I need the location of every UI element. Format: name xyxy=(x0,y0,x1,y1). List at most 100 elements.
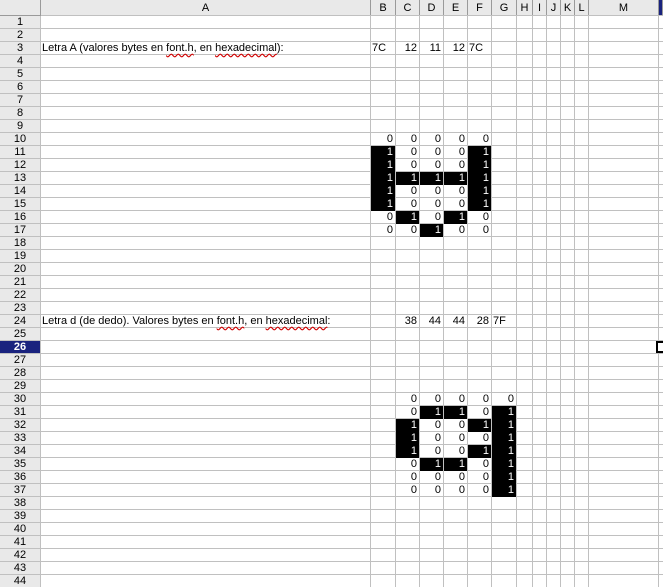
letter-a-label[interactable]: Letra A (valores bytes en font.h, en hex… xyxy=(41,42,370,55)
letter-a-bit-cell[interactable]: 0 xyxy=(468,224,491,237)
letter-a-bit-cell[interactable]: 0 xyxy=(396,224,419,237)
letter-d-label[interactable]: Letra d (de dedo). Valores bytes en font… xyxy=(41,315,370,328)
hex-cell[interactable]: 12 xyxy=(396,42,419,55)
letter-d-bit-cell[interactable]: 1 xyxy=(492,471,516,484)
letter-d-bit-cell[interactable]: 0 xyxy=(396,406,419,419)
letter-d-bit-cell[interactable]: 1 xyxy=(396,445,419,458)
hex-cell[interactable]: 11 xyxy=(420,42,443,55)
letter-d-bit-cell[interactable]: 1 xyxy=(492,432,516,445)
letter-a-bit-cell[interactable]: 1 xyxy=(468,185,491,198)
letter-d-bit-cell[interactable]: 0 xyxy=(492,393,516,406)
letter-a-bit-cell[interactable]: 0 xyxy=(444,159,467,172)
hex-cell[interactable]: 44 xyxy=(444,315,467,328)
letter-a-bit-cell[interactable]: 1 xyxy=(468,198,491,211)
letter-d-bit-cell[interactable]: 1 xyxy=(492,419,516,432)
letter-a-bit-cell[interactable]: 1 xyxy=(396,172,419,185)
letter-d-bit-cell[interactable]: 1 xyxy=(396,419,419,432)
letter-a-bit-cell[interactable]: 0 xyxy=(396,185,419,198)
letter-d-label-part: : xyxy=(327,315,331,327)
letter-d-bit-cell[interactable]: 0 xyxy=(468,393,491,406)
letter-d-bit-cell[interactable]: 1 xyxy=(492,406,516,419)
letter-d-bit-cell[interactable]: 0 xyxy=(420,432,443,445)
letter-a-label-part: Letra A (valores bytes en xyxy=(42,42,167,54)
letter-a-bit-cell[interactable]: 1 xyxy=(444,172,467,185)
hex-cell[interactable]: 7C xyxy=(468,42,491,55)
letter-a-bit-cell[interactable]: 0 xyxy=(420,211,443,224)
letter-d-bit-cell[interactable]: 0 xyxy=(468,458,491,471)
letter-a-bit-cell[interactable]: 1 xyxy=(396,211,419,224)
letter-a-bit-cell[interactable]: 1 xyxy=(420,172,443,185)
letter-d-bit-cell[interactable]: 0 xyxy=(444,471,467,484)
letter-a-bit-cell[interactable]: 0 xyxy=(468,211,491,224)
letter-d-bit-cell[interactable]: 0 xyxy=(444,432,467,445)
hex-cell[interactable]: 7F xyxy=(492,315,516,328)
letter-a-bit-cell[interactable]: 0 xyxy=(420,146,443,159)
letter-a-bit-cell[interactable]: 0 xyxy=(444,146,467,159)
letter-a-bit-cell[interactable]: 0 xyxy=(371,133,395,146)
letter-a-bit-cell[interactable]: 1 xyxy=(371,159,395,172)
letter-d-bit-cell[interactable]: 0 xyxy=(420,484,443,497)
letter-a-bit-cell[interactable]: 1 xyxy=(371,198,395,211)
letter-d-bit-cell[interactable]: 0 xyxy=(468,432,491,445)
letter-a-bit-cell[interactable]: 1 xyxy=(468,172,491,185)
letter-a-bit-cell[interactable]: 0 xyxy=(444,133,467,146)
letter-a-bit-cell[interactable]: 0 xyxy=(396,133,419,146)
letter-a-label-part: , en xyxy=(193,42,216,54)
letter-d-bit-cell[interactable]: 1 xyxy=(396,432,419,445)
hex-cell[interactable]: 7C xyxy=(371,42,395,55)
hex-cell[interactable]: 28 xyxy=(468,315,491,328)
letter-a-bit-cell[interactable]: 0 xyxy=(371,211,395,224)
letter-d-bit-cell[interactable]: 0 xyxy=(444,393,467,406)
letter-a-bit-cell[interactable]: 0 xyxy=(468,133,491,146)
letter-d-bit-cell[interactable]: 1 xyxy=(420,406,443,419)
letter-a-bit-cell[interactable]: 1 xyxy=(444,211,467,224)
letter-d-bit-cell[interactable]: 0 xyxy=(420,471,443,484)
letter-d-bit-cell[interactable]: 1 xyxy=(492,445,516,458)
letter-d-bit-cell[interactable]: 0 xyxy=(468,471,491,484)
letter-a-bit-cell[interactable]: 0 xyxy=(444,198,467,211)
letter-a-label-part: font.h xyxy=(166,42,194,54)
letter-a-bit-cell[interactable]: 0 xyxy=(444,224,467,237)
letter-a-label-part: ): xyxy=(276,42,284,54)
letter-d-bit-cell[interactable]: 0 xyxy=(420,393,443,406)
letter-d-bit-cell[interactable]: 0 xyxy=(396,393,419,406)
letter-d-bit-cell[interactable]: 1 xyxy=(444,406,467,419)
letter-a-bit-cell[interactable]: 0 xyxy=(371,224,395,237)
letter-a-bit-cell[interactable]: 0 xyxy=(444,185,467,198)
letter-d-bit-cell[interactable]: 1 xyxy=(468,419,491,432)
letter-d-bit-cell[interactable]: 0 xyxy=(420,419,443,432)
letter-d-bit-cell[interactable]: 0 xyxy=(396,471,419,484)
letter-d-bit-cell[interactable]: 1 xyxy=(492,458,516,471)
letter-a-bit-cell[interactable]: 1 xyxy=(468,159,491,172)
letter-a-bit-cell[interactable]: 0 xyxy=(420,159,443,172)
letter-a-bit-cell[interactable]: 1 xyxy=(371,172,395,185)
letter-d-bit-cell[interactable]: 0 xyxy=(396,484,419,497)
letter-d-bit-cell[interactable]: 1 xyxy=(492,484,516,497)
letter-a-bit-cell[interactable]: 1 xyxy=(371,146,395,159)
hex-cell[interactable]: 12 xyxy=(444,42,467,55)
letter-d-bit-cell[interactable]: 0 xyxy=(444,445,467,458)
hex-cell[interactable]: 38 xyxy=(396,315,419,328)
letter-a-bit-cell[interactable]: 0 xyxy=(420,133,443,146)
letter-d-bit-cell[interactable]: 1 xyxy=(444,458,467,471)
letter-a-bit-cell[interactable]: 0 xyxy=(420,198,443,211)
letter-d-bit-cell[interactable]: 0 xyxy=(420,445,443,458)
letter-d-bit-cell[interactable]: 0 xyxy=(468,406,491,419)
letter-d-bit-cell[interactable]: 1 xyxy=(468,445,491,458)
hex-cell[interactable]: 44 xyxy=(420,315,443,328)
letter-d-label-part: , en xyxy=(244,315,266,327)
letter-d-bit-cell[interactable]: 0 xyxy=(396,458,419,471)
spreadsheet[interactable]: ABCDEFGHIJKLM 1 2 3 4 5 6 7 8 9 10 11 12 13 14 15 16 17 1… xyxy=(0,0,663,587)
letter-a-bit-cell[interactable]: 0 xyxy=(420,185,443,198)
letter-a-bit-cell[interactable]: 1 xyxy=(420,224,443,237)
letter-d-bit-cell[interactable]: 0 xyxy=(444,484,467,497)
letter-a-bit-cell[interactable]: 1 xyxy=(468,146,491,159)
letter-d-bit-cell[interactable]: 0 xyxy=(444,419,467,432)
letter-a-bit-cell[interactable]: 0 xyxy=(396,146,419,159)
letter-a-bit-cell[interactable]: 0 xyxy=(396,198,419,211)
letter-d-bit-cell[interactable]: 0 xyxy=(468,484,491,497)
letter-d-bit-cell[interactable]: 1 xyxy=(420,458,443,471)
letter-d-label-part: font.h xyxy=(216,315,245,327)
letter-a-bit-cell[interactable]: 1 xyxy=(371,185,395,198)
letter-a-bit-cell[interactable]: 0 xyxy=(396,159,419,172)
